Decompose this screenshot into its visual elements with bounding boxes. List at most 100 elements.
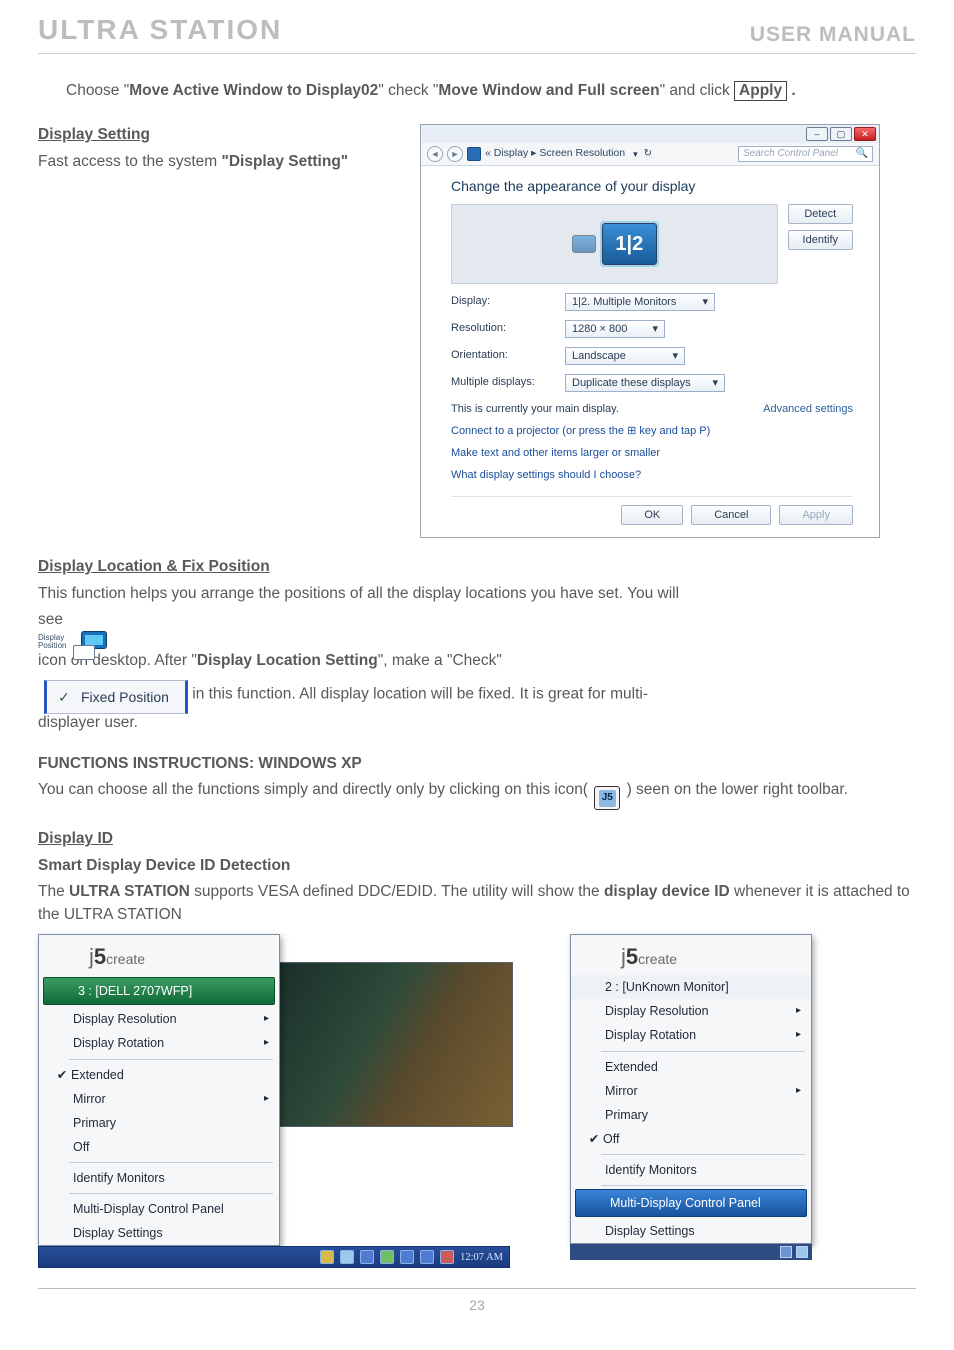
cancel-button[interactable]: Cancel xyxy=(691,505,771,525)
identify-button[interactable]: Identify xyxy=(788,230,853,250)
search-icon: 🔍 xyxy=(856,147,868,162)
check-icon: ✔ xyxy=(53,1066,71,1084)
display-select[interactable]: 1|2. Multiple Monitors ▾ xyxy=(565,293,715,311)
submenu-arrow-icon: ▸ xyxy=(264,1012,269,1027)
tray-item-icon[interactable] xyxy=(320,1250,334,1264)
menu-item-mirror[interactable]: Mirror▸ xyxy=(39,1087,279,1111)
tray-item-icon[interactable] xyxy=(796,1246,808,1258)
menu-item-rotation[interactable]: Display Rotation▸ xyxy=(571,1023,811,1047)
which-settings-link[interactable]: What display settings should I choose? xyxy=(451,468,853,484)
menu-item-primary[interactable]: Primary xyxy=(571,1103,811,1127)
main-display-note: This is currently your main display. xyxy=(451,402,619,418)
tray-item-icon[interactable] xyxy=(420,1250,434,1264)
menu-item-primary[interactable]: Primary xyxy=(39,1111,279,1135)
resolution-select[interactable]: 1280 × 800 ▾ xyxy=(565,320,665,338)
advanced-settings-link[interactable]: Advanced settings xyxy=(763,402,853,418)
submenu-arrow-icon: ▸ xyxy=(796,1028,801,1043)
loc-fix-line1: This function helps you arrange the posi… xyxy=(38,583,916,605)
menu-separator xyxy=(601,1154,805,1155)
menu-item-resolution[interactable]: Display Resolution▸ xyxy=(571,999,811,1023)
menu-separator xyxy=(69,1162,273,1163)
window-minimize-button[interactable]: – xyxy=(806,127,828,141)
taskbar-fragment xyxy=(570,1244,812,1260)
projector-link[interactable]: Connect to a projector (or press the ⊞ k… xyxy=(451,424,853,440)
desktop-wallpaper-bg xyxy=(278,962,513,1127)
orientation-label: Orientation: xyxy=(451,348,551,364)
fixed-position-label: Fixed Position xyxy=(81,687,169,707)
multiple-displays-label: Multiple displays: xyxy=(451,375,551,391)
subheading-smart-detection: Smart Display Device ID Detection xyxy=(38,857,290,874)
tray-item-icon[interactable] xyxy=(440,1250,454,1264)
menu-item-resolution[interactable]: Display Resolution▸ xyxy=(39,1007,279,1031)
menu-item-mirror[interactable]: Mirror▸ xyxy=(571,1079,811,1103)
menu-header-unknown[interactable]: 2 : [UnKnown Monitor] xyxy=(571,975,811,999)
tray-item-icon[interactable] xyxy=(780,1246,792,1258)
display-label: Display: xyxy=(451,294,551,310)
tray-item-icon[interactable] xyxy=(380,1250,394,1264)
detect-button[interactable]: Detect xyxy=(788,204,853,224)
menu-separator xyxy=(601,1051,805,1052)
breadcrumb[interactable]: « Display ▸ Screen Resolution xyxy=(485,146,625,161)
menu-item-off[interactable]: ✔Off xyxy=(571,1127,811,1151)
window-close-button[interactable]: ✕ xyxy=(854,127,876,141)
monitor-thumb-icon xyxy=(572,235,596,253)
monitor-combined-icon[interactable]: 1|2 xyxy=(602,223,657,265)
menu-separator xyxy=(69,1059,273,1060)
multiple-displays-select[interactable]: Duplicate these displays ▾ xyxy=(565,374,725,392)
menu-item-display-settings[interactable]: Display Settings xyxy=(39,1221,279,1245)
menu-item-extended[interactable]: ✔Extended xyxy=(39,1063,279,1087)
context-menu-unknown: j5create 2 : [UnKnown Monitor] Display R… xyxy=(570,934,812,1244)
dialog-heading: Change the appearance of your display xyxy=(451,176,853,196)
ok-button[interactable]: OK xyxy=(621,505,683,525)
display-setting-text: Fast access to the system xyxy=(38,153,221,170)
apply-button-ref: Apply xyxy=(734,81,787,101)
window-maximize-button[interactable]: ▢ xyxy=(830,127,852,141)
submenu-arrow-icon: ▸ xyxy=(264,1092,269,1107)
heading-display-setting: Display Setting xyxy=(38,126,150,143)
fixed-position-menu-item[interactable]: ✓ Fixed Position xyxy=(44,680,188,714)
intro-text: Choose " xyxy=(66,82,129,99)
resolution-label: Resolution: xyxy=(451,321,551,337)
check-icon: ✔ xyxy=(585,1130,603,1148)
orientation-select[interactable]: Landscape ▾ xyxy=(565,347,685,365)
menu-separator xyxy=(601,1185,805,1186)
textsize-link[interactable]: Make text and other items larger or smal… xyxy=(451,446,853,462)
menu-item-display-settings[interactable]: Display Settings xyxy=(571,1219,811,1243)
submenu-arrow-icon: ▸ xyxy=(264,1036,269,1051)
screen-resolution-dialog: – ▢ ✕ ◄ ► « Display ▸ Screen Resolution … xyxy=(420,124,880,538)
doc-title-left: ULTRA STATION xyxy=(38,10,282,51)
menu-item-mdcp[interactable]: Multi-Display Control Panel xyxy=(39,1197,279,1221)
intro-move-full: Move Window and Full screen xyxy=(438,82,659,99)
menu-item-off[interactable]: Off xyxy=(39,1135,279,1159)
taskbar: 12:07 AM xyxy=(38,1246,510,1268)
monitor-arrangement-panel[interactable]: 1|2 xyxy=(451,204,778,284)
tray-item-icon[interactable] xyxy=(400,1250,414,1264)
menu-item-identify[interactable]: Identify Monitors xyxy=(39,1166,279,1190)
tray-icon[interactable]: J5 xyxy=(594,786,620,810)
context-menu-known: j5create 3 : [DELL 2707WFP] Display Reso… xyxy=(38,934,280,1246)
tray-item-icon[interactable] xyxy=(340,1250,354,1264)
menu-header-known[interactable]: 3 : [DELL 2707WFP] xyxy=(43,977,275,1005)
nav-back-button[interactable]: ◄ xyxy=(427,146,443,162)
intro-move-active: Move Active Window to Display02 xyxy=(129,82,378,99)
menu-item-extended[interactable]: Extended xyxy=(571,1055,811,1079)
check-icon: ✓ xyxy=(57,690,71,704)
menu-item-identify[interactable]: Identify Monitors xyxy=(571,1158,811,1182)
search-input[interactable]: Search Control Panel 🔍 xyxy=(738,146,873,162)
menu-separator xyxy=(69,1193,273,1194)
heading-display-id: Display ID xyxy=(38,830,113,847)
apply-button[interactable]: Apply xyxy=(779,505,853,525)
menu-item-rotation[interactable]: Display Rotation▸ xyxy=(39,1031,279,1055)
heading-functions-xp: FUNCTIONS INSTRUCTIONS: WINDOWS XP xyxy=(38,755,362,772)
taskbar-clock: 12:07 AM xyxy=(460,1250,503,1265)
tray-item-icon[interactable] xyxy=(360,1250,374,1264)
heading-location-fix: Display Location & Fix Position xyxy=(38,558,270,575)
submenu-arrow-icon: ▸ xyxy=(796,1084,801,1099)
page-number: 23 xyxy=(38,1288,916,1315)
doc-title-right: USER MANUAL xyxy=(750,20,916,50)
display-icon xyxy=(467,147,481,161)
brand-logo: j5create xyxy=(571,935,811,975)
menu-item-mdcp-highlight[interactable]: Multi-Display Control Panel xyxy=(575,1189,807,1217)
nav-forward-button[interactable]: ► xyxy=(447,146,463,162)
submenu-arrow-icon: ▸ xyxy=(796,1004,801,1019)
